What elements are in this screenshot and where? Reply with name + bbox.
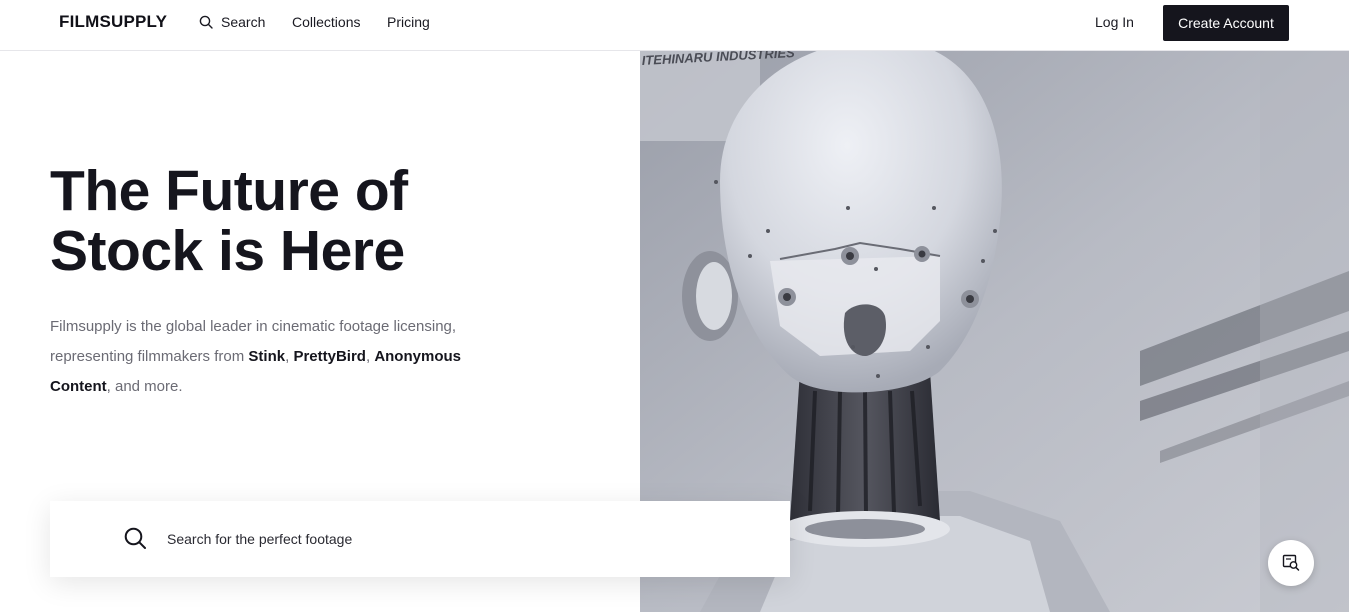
image-search-icon xyxy=(1282,554,1300,571)
hero-title: The Future of Stock is Here xyxy=(50,161,510,281)
description-text-end: , and more. xyxy=(106,378,183,395)
footage-search-bar[interactable] xyxy=(50,501,790,577)
search-icon[interactable] xyxy=(124,527,146,549)
nav-search-link[interactable]: Search xyxy=(199,14,265,30)
nav-search-label: Search xyxy=(221,14,266,30)
visual-search-button[interactable] xyxy=(1268,540,1314,586)
log-in-link[interactable]: Log In xyxy=(1095,14,1134,30)
filmsupply-logo[interactable]: FILMSUPPLY xyxy=(59,12,167,32)
brand-stink: Stink xyxy=(248,348,286,365)
search-icon xyxy=(199,15,213,29)
nav-collections-link[interactable]: Collections xyxy=(292,14,360,30)
hero-description: Filmsupply is the global leader in cinem… xyxy=(50,312,470,402)
nav-pricing-link[interactable]: Pricing xyxy=(387,14,430,30)
create-account-button[interactable]: Create Account xyxy=(1163,5,1289,41)
hero-title-line-2: Stock is Here xyxy=(50,219,405,283)
hero-title-line-1: The Future of xyxy=(50,159,408,223)
footage-search-input[interactable] xyxy=(167,528,767,550)
site-header: FILMSUPPLY Search Collections Pricing Lo… xyxy=(0,0,1349,51)
brand-prettybird: PrettyBird xyxy=(293,348,366,365)
